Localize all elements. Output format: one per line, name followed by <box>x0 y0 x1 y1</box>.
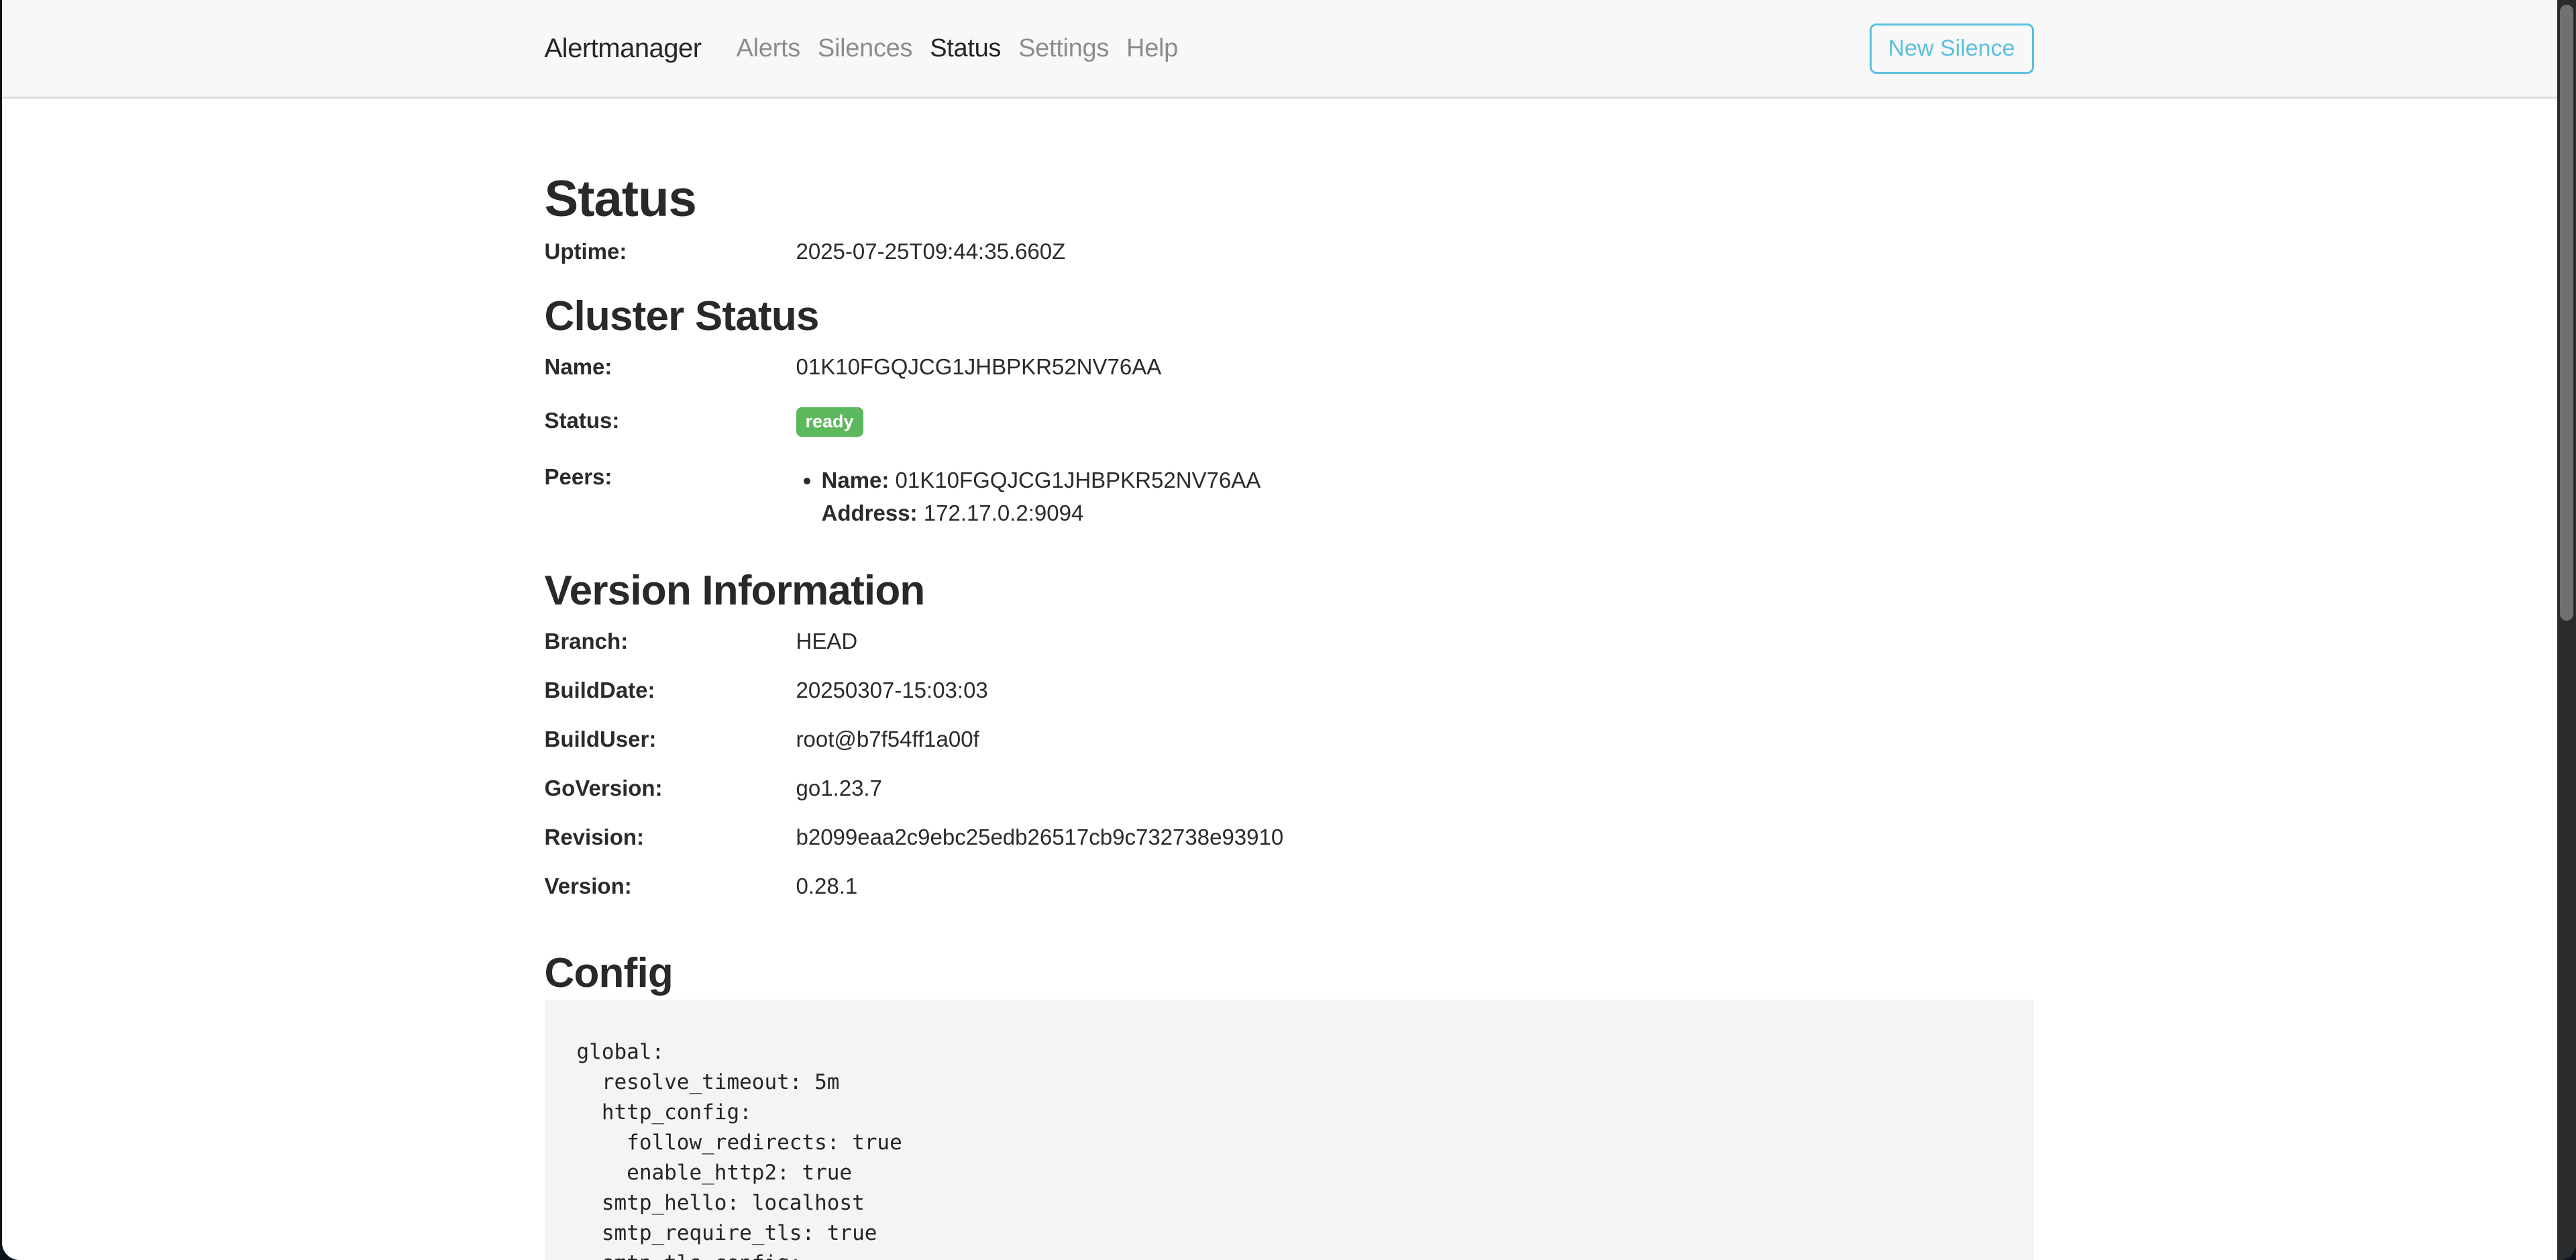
config-yaml: global: resolve_timeout: 5m http_config:… <box>545 1000 2034 1260</box>
version-row-builddate: BuildDate: 20250307-15:03:03 <box>545 677 2034 704</box>
scrollbar-track[interactable] <box>2557 0 2576 1260</box>
peer-name-value: 01K10FGQJCG1JHBPKR52NV76AA <box>896 468 1261 492</box>
scrollbar-thumb[interactable] <box>2560 5 2573 621</box>
version-info-heading: Version Information <box>545 568 2034 615</box>
cluster-name-row: Name: 01K10FGQJCG1JHBPKR52NV76AA <box>545 354 2034 380</box>
config-heading: Config <box>545 950 2034 997</box>
peer-name-line: Name: 01K10FGQJCG1JHBPKR52NV76AA <box>822 464 2034 496</box>
version-value: 0.28.1 <box>796 873 2034 900</box>
nav-item: Settings <box>1010 34 1118 63</box>
version-value: HEAD <box>796 628 2034 655</box>
cluster-status-heading: Cluster Status <box>545 293 2034 340</box>
version-label: Version: <box>545 873 796 900</box>
navbar-inner: Alertmanager Alerts Silences Status Sett… <box>545 0 2034 97</box>
nav-link-alerts[interactable]: Alerts <box>728 34 809 63</box>
page-title: Status <box>545 171 2034 227</box>
peer-item: Name: 01K10FGQJCG1JHBPKR52NV76AA Address… <box>822 464 2034 529</box>
uptime-row: Uptime: 2025-07-25T09:44:35.660Z <box>545 238 2034 265</box>
version-label: BuildDate: <box>545 677 796 704</box>
cluster-name-value: 01K10FGQJCG1JHBPKR52NV76AA <box>796 354 2034 380</box>
peer-address-label: Address: <box>822 501 918 525</box>
nav-link-settings[interactable]: Settings <box>1010 34 1118 63</box>
nav-item: Alerts <box>728 34 809 63</box>
cluster-status-value: ready <box>796 407 2034 437</box>
peer-address-value: 172.17.0.2:9094 <box>924 501 1084 525</box>
navbar-brand[interactable]: Alertmanager <box>545 34 702 64</box>
navbar: Alertmanager Alerts Silences Status Sett… <box>2 0 2576 99</box>
nav-link-silences[interactable]: Silences <box>809 34 921 63</box>
version-value: b2099eaa2c9ebc25edb26517cb9c732738e93910 <box>796 824 2034 851</box>
version-row-builduser: BuildUser: root@b7f54ff1a00f <box>545 726 2034 753</box>
version-row-branch: Branch: HEAD <box>545 628 2034 655</box>
uptime-value: 2025-07-25T09:44:35.660Z <box>796 238 2034 265</box>
version-label: BuildUser: <box>545 726 796 753</box>
peer-address-line: Address: 172.17.0.2:9094 <box>822 496 2034 529</box>
version-rows: Branch: HEAD BuildDate: 20250307-15:03:0… <box>545 628 2034 900</box>
cluster-peers-row: Peers: Name: 01K10FGQJCG1JHBPKR52NV76AA … <box>545 464 2034 529</box>
cluster-status-label: Status: <box>545 407 796 437</box>
peer-list: Name: 01K10FGQJCG1JHBPKR52NV76AA Address… <box>802 464 2034 529</box>
nav-item: Help <box>1118 34 1187 63</box>
version-row-version: Version: 0.28.1 <box>545 873 2034 900</box>
uptime-label: Uptime: <box>545 238 796 265</box>
version-label: Branch: <box>545 628 796 655</box>
status-badge: ready <box>796 407 863 437</box>
cluster-status-row: Status: ready <box>545 407 2034 437</box>
nav-item: Silences <box>809 34 921 63</box>
nav-link-help[interactable]: Help <box>1118 34 1187 63</box>
version-value: 20250307-15:03:03 <box>796 677 2034 704</box>
peer-name-label: Name: <box>822 468 890 492</box>
browser-page: Alertmanager Alerts Silences Status Sett… <box>2 0 2576 1260</box>
version-value: root@b7f54ff1a00f <box>796 726 2034 753</box>
version-row-revision: Revision: b2099eaa2c9ebc25edb26517cb9c73… <box>545 824 2034 851</box>
version-row-goversion: GoVersion: go1.23.7 <box>545 775 2034 802</box>
version-value: go1.23.7 <box>796 775 2034 802</box>
navbar-links: Alerts Silences Status Settings Help <box>728 34 1187 63</box>
version-label: Revision: <box>545 824 796 851</box>
nav-item: Status <box>921 34 1010 63</box>
version-label: GoVersion: <box>545 775 796 802</box>
cluster-name-label: Name: <box>545 354 796 380</box>
new-silence-button[interactable]: New Silence <box>1870 23 2034 74</box>
cluster-peers-value: Name: 01K10FGQJCG1JHBPKR52NV76AA Address… <box>796 464 2034 529</box>
status-page: Status Uptime: 2025-07-25T09:44:35.660Z … <box>545 99 2034 1260</box>
cluster-peers-label: Peers: <box>545 464 796 529</box>
nav-link-status[interactable]: Status <box>921 34 1010 63</box>
